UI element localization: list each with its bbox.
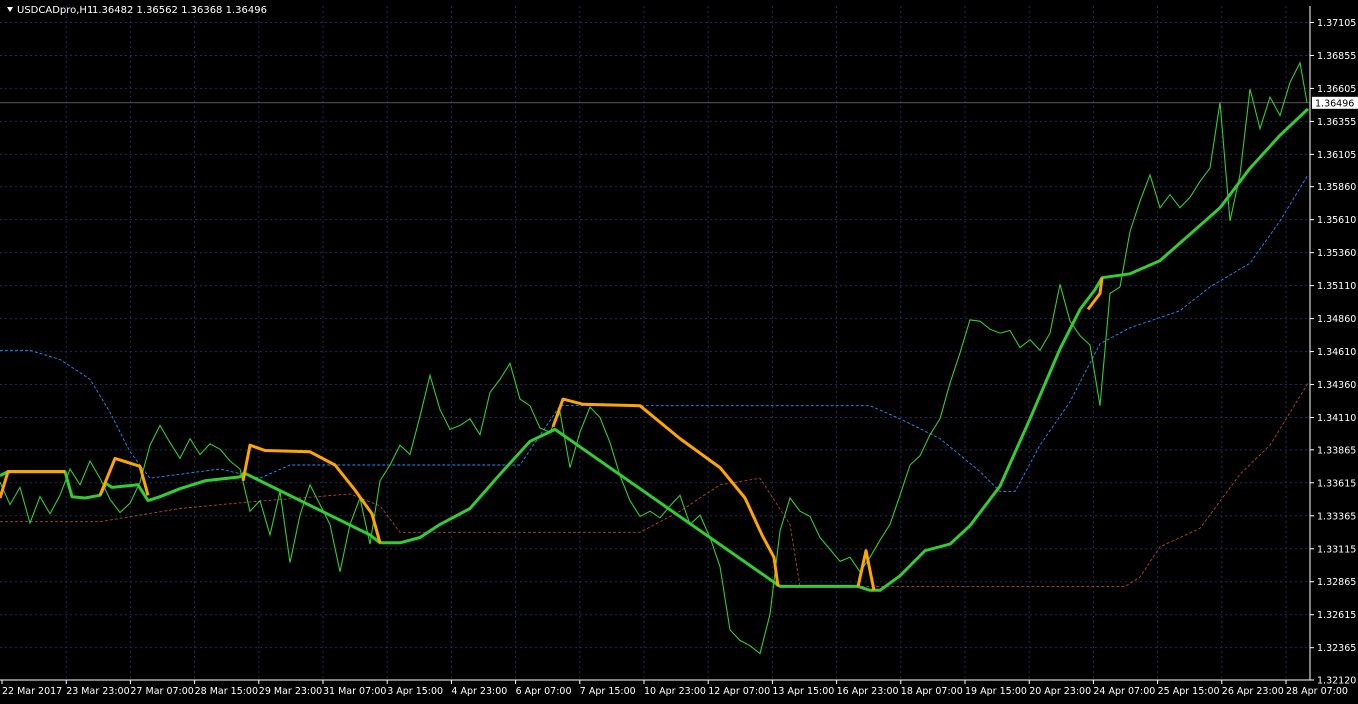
- chart-header: USDCADpro,H1 1.36482 1.36562 1.36368 1.3…: [7, 5, 267, 16]
- y-tick-label: 1.33865: [1317, 445, 1356, 456]
- x-tick-label: 7 Apr 15:00: [580, 686, 636, 697]
- y-tick-label: 1.35860: [1317, 182, 1356, 193]
- x-tick-label: 13 Apr 15:00: [772, 686, 834, 697]
- x-tick-label: 25 Apr 15:00: [1158, 686, 1220, 697]
- y-tick-label: 1.32615: [1317, 610, 1356, 621]
- x-tick-label: 4 Apr 23:00: [451, 686, 507, 697]
- x-tick-label: 20 Apr 23:00: [1029, 686, 1091, 697]
- y-tick-label: 1.35110: [1317, 281, 1356, 292]
- y-tick-label: 1.32365: [1317, 643, 1356, 654]
- y-tick-label: 1.33115: [1317, 544, 1356, 555]
- x-tick-label: 28 Mar 15:00: [195, 686, 258, 697]
- y-tick-label: 1.36855: [1317, 51, 1356, 62]
- x-tick-label: 10 Apr 23:00: [644, 686, 706, 697]
- y-tick-label: 1.33615: [1317, 478, 1356, 489]
- y-tick-label: 1.36605: [1317, 84, 1356, 95]
- y-tick-label: 1.36355: [1317, 117, 1356, 128]
- y-tick-label: 1.32865: [1317, 577, 1356, 588]
- y-tick-label: 1.34610: [1317, 347, 1356, 358]
- y-tick-label: 1.33365: [1317, 511, 1356, 522]
- y-tick-label: 1.34860: [1317, 314, 1356, 325]
- symbol-label: USDCADpro,H1: [17, 5, 93, 16]
- x-tick-label: 18 Apr 07:00: [901, 686, 963, 697]
- x-tick-label: 27 Mar 07:00: [130, 686, 193, 697]
- current-price-label: 1.36496: [1315, 98, 1354, 109]
- x-tick-label: 12 Apr 07:00: [708, 686, 770, 697]
- y-tick-label: 1.32120: [1317, 676, 1356, 687]
- x-tick-label: 3 Apr 15:00: [387, 686, 443, 697]
- price-axis[interactable]: 1.37105 1.36855 1.36605 1.36355 1.36105 1.358…: [1310, 18, 1358, 687]
- y-tick-label: 1.34360: [1317, 380, 1356, 391]
- y-tick-label: 1.35360: [1317, 248, 1356, 259]
- x-tick-label: 28 Apr 07:00: [1286, 686, 1348, 697]
- price-chart[interactable]: 1.37105 1.36855 1.36605 1.36355 1.36105 1.358…: [0, 0, 1358, 700]
- chart-background: [0, 0, 1358, 700]
- y-tick-label: 1.36105: [1317, 150, 1356, 161]
- ohlc-values: 1.36482 1.36562 1.36368 1.36496: [92, 5, 267, 16]
- y-tick-label: 1.35610: [1317, 215, 1356, 226]
- x-tick-label: 31 Mar 07:00: [323, 686, 386, 697]
- x-tick-label: 24 Apr 07:00: [1093, 686, 1155, 697]
- x-tick-label: 29 Mar 23:00: [259, 686, 322, 697]
- x-tick-label: 6 Apr 07:00: [516, 686, 572, 697]
- x-tick-label: 16 Apr 23:00: [837, 686, 899, 697]
- x-tick-label: 22 Mar 2017: [2, 686, 62, 697]
- chart-window[interactable]: 1.37105 1.36855 1.36605 1.36355 1.36105 1.358…: [0, 0, 1358, 700]
- x-tick-label: 19 Apr 15:00: [965, 686, 1027, 697]
- y-tick-label: 1.34110: [1317, 413, 1356, 424]
- y-tick-label: 1.37105: [1317, 18, 1356, 29]
- x-tick-label: 26 Apr 23:00: [1222, 686, 1284, 697]
- x-tick-label: 23 Mar 23:00: [66, 686, 129, 697]
